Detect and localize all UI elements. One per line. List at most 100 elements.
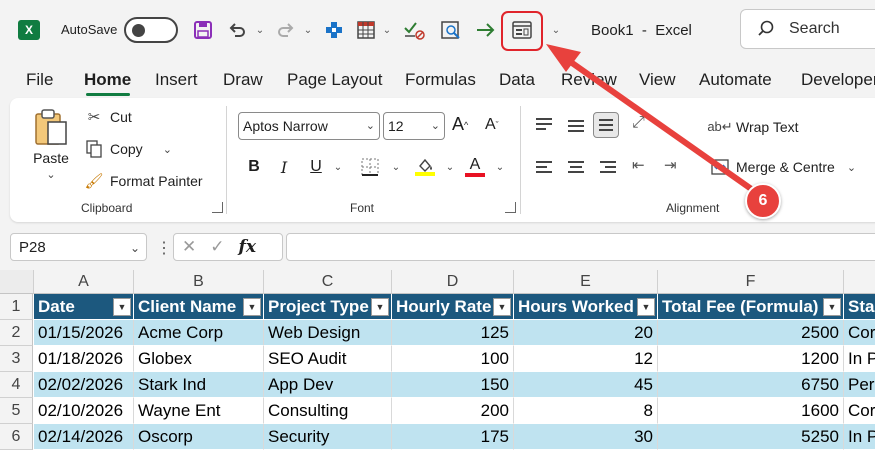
tab-home[interactable]: Home [84,70,131,90]
filter-dropdown-icon[interactable]: ▼ [243,298,261,316]
redo-dropdown-chevron-icon[interactable]: ⌄ [302,20,314,40]
table-cell[interactable]: 45 [514,372,658,398]
table-cell[interactable]: SEO Audit [264,346,392,372]
table-cell[interactable]: Web Design [264,320,392,346]
tab-page-layout[interactable]: Page Layout [287,70,382,90]
formula-input[interactable] [286,233,875,261]
increase-font-size-icon[interactable]: A ^ [452,114,468,135]
table-cell[interactable]: In P [844,424,875,450]
align-center-icon[interactable] [563,154,589,180]
table-header-cell[interactable]: Date ▼ [34,294,134,320]
tab-review[interactable]: Review [561,70,617,90]
align-left-icon[interactable] [531,154,557,180]
align-bottom-icon[interactable] [593,112,619,138]
row-header-2[interactable]: 2 [0,320,33,346]
row-header-1[interactable]: 1 [0,294,33,320]
tab-view[interactable]: View [639,70,676,90]
table-cell[interactable]: Oscorp [134,424,264,450]
borders-chevron-icon[interactable]: ⌄ [384,154,408,180]
tab-insert[interactable]: Insert [155,70,198,90]
spelling-check-icon[interactable] [402,17,426,43]
go-to-arrow-icon[interactable] [474,17,498,43]
cut-button[interactable]: ✂ Cut [84,107,132,127]
table-cell[interactable]: 8 [514,398,658,424]
tab-file[interactable]: File [26,70,53,90]
font-launcher-icon[interactable] [505,202,516,213]
decrease-indent-icon[interactable]: ⇤ [632,156,645,174]
tab-data[interactable]: Data [499,70,535,90]
column-header-g[interactable] [844,270,875,294]
table-cell[interactable]: 30 [514,424,658,450]
table-cell[interactable]: 1200 [658,346,844,372]
tab-formulas[interactable]: Formulas [405,70,476,90]
column-header-e[interactable]: E [514,270,658,294]
table-cell[interactable]: Per [844,372,875,398]
table-cell[interactable]: 6750 [658,372,844,398]
italic-button[interactable]: I [272,154,296,180]
table-cell[interactable]: 175 [392,424,514,450]
row-header-6[interactable]: 6 [0,424,33,450]
table-cell[interactable]: 100 [392,346,514,372]
table-cell[interactable]: Consulting [264,398,392,424]
format-painter-button[interactable]: 🖌 Format Painter [84,171,202,191]
table-cell[interactable]: 5250 [658,424,844,450]
table-header-cell[interactable]: Hourly Rate ▼ [392,294,514,320]
insert-function-button[interactable]: fx [239,237,256,257]
copy-button[interactable]: Copy ⌄ [84,139,172,159]
table-cell[interactable]: 02/10/2026 [34,398,134,424]
font-color-icon[interactable]: A [463,154,487,180]
column-header-d[interactable]: D [392,270,514,294]
align-right-icon[interactable] [595,154,621,180]
table-header-cell[interactable]: Hours Worked ▼ [514,294,658,320]
font-name-select[interactable]: Aptos Narrow ⌄ [238,112,380,140]
decrease-font-size-icon[interactable]: Aˇ [485,116,499,134]
table-cell[interactable]: 12 [514,346,658,372]
font-size-select[interactable]: 12 ⌄ [383,112,445,140]
merge-centre-button[interactable]: Merge & Centre ⌄ [710,157,856,177]
table-header-cell[interactable]: Project Type ▼ [264,294,392,320]
select-all-corner[interactable] [0,270,34,294]
row-header-5[interactable]: 5 [0,398,33,424]
table-cell[interactable]: 200 [392,398,514,424]
print-preview-icon[interactable] [439,17,463,43]
filter-dropdown-icon[interactable]: ▼ [113,298,131,316]
undo-dropdown-chevron-icon[interactable]: ⌄ [254,20,266,40]
row-header-4[interactable]: 4 [0,372,33,398]
column-header-c[interactable]: C [264,270,392,294]
save-icon[interactable] [191,17,215,43]
wrap-text-button[interactable]: ab↵ Wrap Text [707,117,798,137]
table-cell[interactable]: Cor [844,320,875,346]
align-top-icon[interactable] [531,111,557,137]
table-header-cell[interactable]: Sta [844,294,875,320]
table-cell[interactable]: 1600 [658,398,844,424]
tab-automate[interactable]: Automate [699,70,772,90]
borders-icon[interactable] [358,154,382,180]
table-cell[interactable]: 2500 [658,320,844,346]
column-header-a[interactable]: A [34,270,134,294]
table-cell[interactable]: 20 [514,320,658,346]
search-box[interactable]: Search [740,9,875,49]
table-cell[interactable]: 125 [392,320,514,346]
underline-chevron-icon[interactable]: ⌄ [326,154,350,180]
name-box[interactable]: P28 ⌄ [10,233,147,261]
fill-color-icon[interactable] [413,154,437,180]
customize-quick-access-chevron-icon[interactable]: ⌄ [550,20,562,40]
row-header-3[interactable]: 3 [0,346,33,372]
table-cell[interactable]: 02/14/2026 [34,424,134,450]
filter-dropdown-icon[interactable]: ▼ [493,298,511,316]
font-color-chevron-icon[interactable]: ⌄ [488,154,512,180]
paste-chevron-icon[interactable]: ⌄ [46,168,55,181]
underline-button[interactable]: U [304,154,328,180]
formula-bar-resize-handle-icon[interactable]: ⋮ [156,238,172,258]
bold-button[interactable]: B [242,154,266,180]
orientation-icon[interactable]: ⤢ [632,114,645,132]
clipboard-launcher-icon[interactable] [212,202,223,213]
autosave-toggle[interactable] [124,17,178,43]
table-cell[interactable]: 02/02/2026 [34,372,134,398]
table-cell[interactable]: Wayne Ent [134,398,264,424]
enter-check-icon[interactable]: ✓ [210,237,224,257]
merge-centre-chevron-icon[interactable]: ⌄ [847,161,856,174]
align-middle-icon[interactable] [563,113,589,139]
filter-dropdown-icon[interactable]: ▼ [823,298,841,316]
table-header-cell[interactable]: Total Fee (Formula) ▼ [658,294,844,320]
